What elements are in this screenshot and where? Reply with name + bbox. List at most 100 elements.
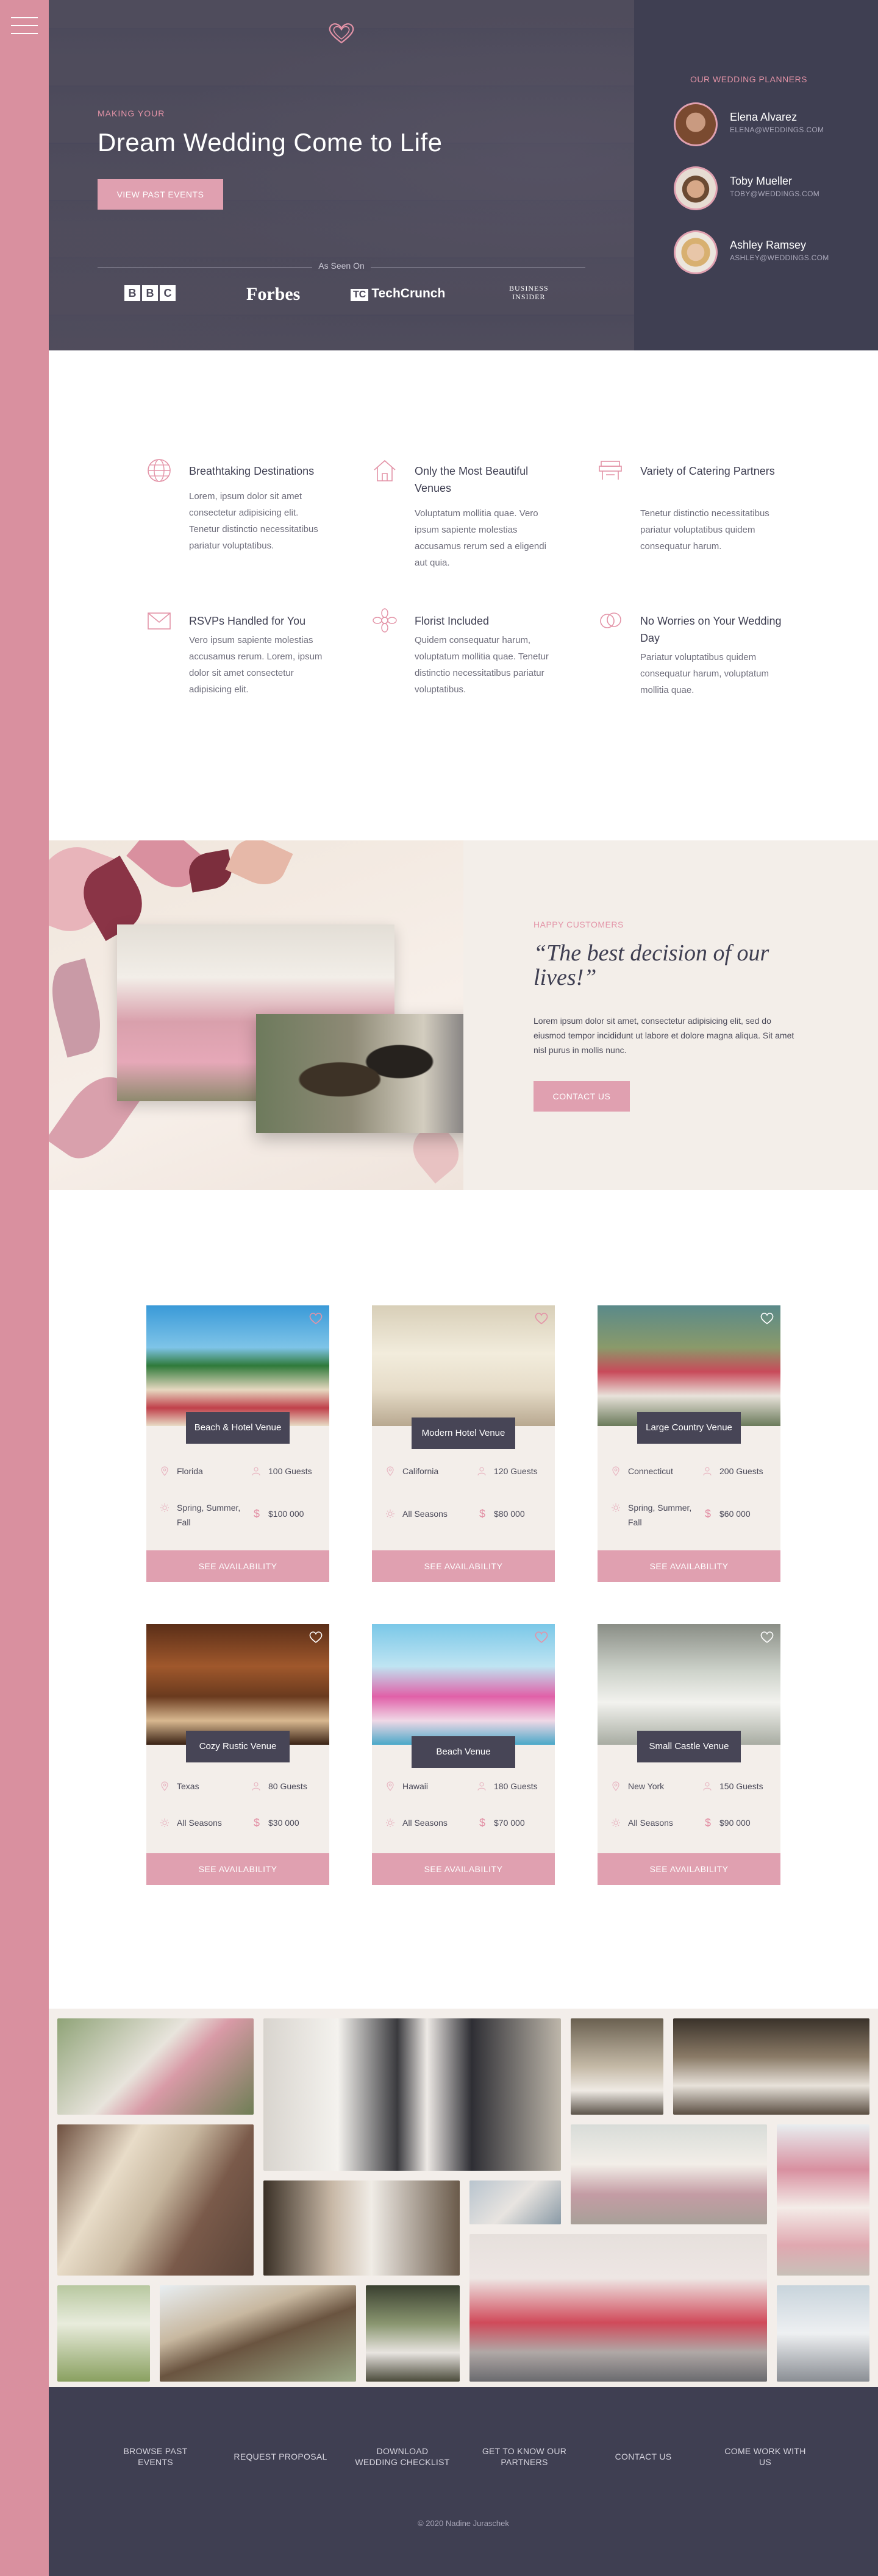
venue-season: All Seasons: [160, 1815, 244, 1830]
gallery-photo[interactable]: [777, 2285, 869, 2382]
footer-link-browse-past-events[interactable]: BROWSE PAST EVENTS: [110, 2446, 201, 2468]
gallery-photo[interactable]: [469, 2234, 767, 2382]
gallery-photo[interactable]: [571, 2124, 767, 2224]
globe-icon: [148, 459, 171, 482]
venue-price: $ $100 000: [254, 1508, 304, 1520]
gallery-photo[interactable]: [57, 2285, 150, 2382]
avatar: [674, 102, 718, 146]
see-availability-button[interactable]: SEE AVAILABILITY: [598, 1550, 780, 1582]
venue-photo[interactable]: [146, 1624, 329, 1745]
guests-icon: [703, 1467, 712, 1476]
dollar-icon: $: [705, 1508, 712, 1520]
venue-card[interactable]: Cozy Rustic Venue Texas 80 Guests All Seaso…: [146, 1624, 329, 1885]
favorite-heart-icon[interactable]: [309, 1311, 323, 1325]
feature-text: Voluptatum mollitia quae. Vero ipsum sap…: [415, 508, 546, 568]
feature-title: Breathtaking Destinations: [189, 465, 315, 477]
view-past-events-button[interactable]: VIEW PAST EVENTS: [98, 179, 223, 210]
footer-link-work-with-us[interactable]: COME WORK WITH US: [713, 2446, 817, 2468]
features-section: Breathtaking Destinations Lorem, ipsum d…: [49, 350, 878, 840]
gallery-photo[interactable]: [160, 2285, 356, 2382]
hero-kicker: MAKING YOUR: [98, 108, 165, 118]
footer-link-partners[interactable]: GET TO KNOW OUR PARTNERS: [469, 2446, 579, 2468]
favorite-heart-icon[interactable]: [309, 1630, 323, 1644]
see-availability-button[interactable]: SEE AVAILABILITY: [372, 1853, 555, 1885]
venue-card[interactable]: Large Country Venue Connecticut 200 Guests…: [598, 1305, 780, 1582]
venue-card[interactable]: Beach & Hotel Venue Florida 100 Guests Spri…: [146, 1305, 329, 1582]
dollar-icon: $: [479, 1508, 486, 1520]
hamburger-menu-icon[interactable]: [11, 17, 38, 38]
as-seen-on: As Seen On: [98, 261, 585, 273]
see-availability-button[interactable]: SEE AVAILABILITY: [372, 1550, 555, 1582]
guests-icon: [477, 1782, 486, 1791]
planner-name: Elena Alvarez: [730, 111, 798, 123]
feature-text: Lorem, ipsum dolor sit amet consectetur …: [189, 491, 318, 551]
venue-photo[interactable]: [598, 1305, 780, 1426]
venue-season: All Seasons: [612, 1815, 695, 1830]
gallery-photo[interactable]: [469, 2180, 561, 2224]
favorite-heart-icon[interactable]: [534, 1311, 549, 1325]
planner-card[interactable]: Ashley Ramsey ASHLEY@WEDDINGS.COM: [674, 230, 869, 276]
footer-link-contact-us[interactable]: CONTACT US: [598, 2451, 689, 2462]
venue-location: New York: [612, 1779, 664, 1794]
venue-photo[interactable]: [372, 1624, 555, 1745]
press-logos: BBC Forbes TC TechCrunch BUSINESS INSIDER: [98, 282, 585, 306]
venue-card[interactable]: Beach Venue Hawaii 180 Guests All Seasons $ $…: [372, 1624, 555, 1885]
venue-guests: 150 Guests: [703, 1779, 763, 1794]
gallery-photo[interactable]: [673, 2018, 869, 2115]
venue-location: California: [387, 1464, 438, 1478]
venue-photo[interactable]: [598, 1624, 780, 1745]
planner-card[interactable]: Elena Alvarez ELENA@WEDDINGS.COM: [674, 102, 869, 148]
planner-card[interactable]: Toby Mueller TOBY@WEDDINGS.COM: [674, 166, 869, 212]
planner-email[interactable]: ASHLEY@WEDDINGS.COM: [730, 254, 829, 262]
gallery-photo[interactable]: [57, 2124, 254, 2276]
footer-link-request-proposal[interactable]: REQUEST PROPOSAL: [226, 2451, 335, 2462]
planner-email[interactable]: TOBY@WEDDINGS.COM: [730, 190, 819, 198]
venue-guests: 180 Guests: [477, 1779, 538, 1794]
venue-name: Large Country Venue: [637, 1412, 741, 1444]
heart-logo-icon[interactable]: [326, 21, 357, 44]
guests-icon: [252, 1467, 260, 1476]
venue-name: Small Castle Venue: [637, 1731, 741, 1762]
see-availability-button[interactable]: SEE AVAILABILITY: [598, 1853, 780, 1885]
venue-location: Texas: [161, 1779, 199, 1794]
dollar-icon: $: [705, 1817, 712, 1829]
footer: BROWSE PAST EVENTS REQUEST PROPOSAL DOWNL…: [49, 2387, 878, 2576]
venue-location: Florida: [161, 1464, 203, 1478]
avatar: [674, 230, 718, 274]
rings-icon: [600, 612, 621, 628]
guests-icon: [477, 1467, 486, 1476]
see-availability-button[interactable]: SEE AVAILABILITY: [146, 1853, 329, 1885]
gallery-photo[interactable]: [263, 2018, 561, 2171]
footer-link-download-checklist[interactable]: DOWNLOAD WEDDING CHECKLIST: [348, 2446, 457, 2468]
flower-icon: [373, 608, 397, 633]
as-seen-on-label: As Seen On: [312, 261, 371, 271]
gallery-photo[interactable]: [263, 2180, 460, 2276]
venue-season: All Seasons: [386, 1815, 469, 1830]
location-pin-icon: [612, 1466, 619, 1476]
gallery-photo[interactable]: [571, 2018, 663, 2115]
contact-us-button[interactable]: CONTACT US: [534, 1081, 630, 1112]
location-pin-icon: [387, 1781, 394, 1791]
sun-icon: [160, 1818, 169, 1827]
venue-card[interactable]: Modern Hotel Venue California 120 Guests Al…: [372, 1305, 555, 1582]
venue-name: Modern Hotel Venue: [412, 1418, 515, 1449]
venue-photo[interactable]: [146, 1305, 329, 1426]
venue-photo[interactable]: [372, 1305, 555, 1426]
venue-name: Cozy Rustic Venue: [186, 1731, 290, 1762]
favorite-heart-icon[interactable]: [534, 1630, 549, 1644]
venue-name: Beach Venue: [412, 1736, 515, 1768]
planner-email[interactable]: ELENA@WEDDINGS.COM: [730, 126, 824, 134]
venue-price: $ $60 000: [705, 1508, 751, 1520]
copyright: © 2020 Nadine Juraschek: [418, 2519, 509, 2528]
gallery-photo[interactable]: [366, 2285, 460, 2382]
favorite-heart-icon[interactable]: [760, 1630, 774, 1644]
business-insider-logo: BUSINESS INSIDER: [509, 284, 549, 301]
see-availability-button[interactable]: SEE AVAILABILITY: [146, 1550, 329, 1582]
guests-icon: [252, 1782, 260, 1791]
favorite-heart-icon[interactable]: [760, 1311, 774, 1325]
venue-card[interactable]: Small Castle Venue New York 150 Guests All …: [598, 1624, 780, 1885]
gallery-photo[interactable]: [57, 2018, 254, 2115]
venue-price: $ $30 000: [254, 1817, 299, 1829]
location-pin-icon: [387, 1466, 394, 1476]
gallery-photo[interactable]: [777, 2124, 869, 2276]
